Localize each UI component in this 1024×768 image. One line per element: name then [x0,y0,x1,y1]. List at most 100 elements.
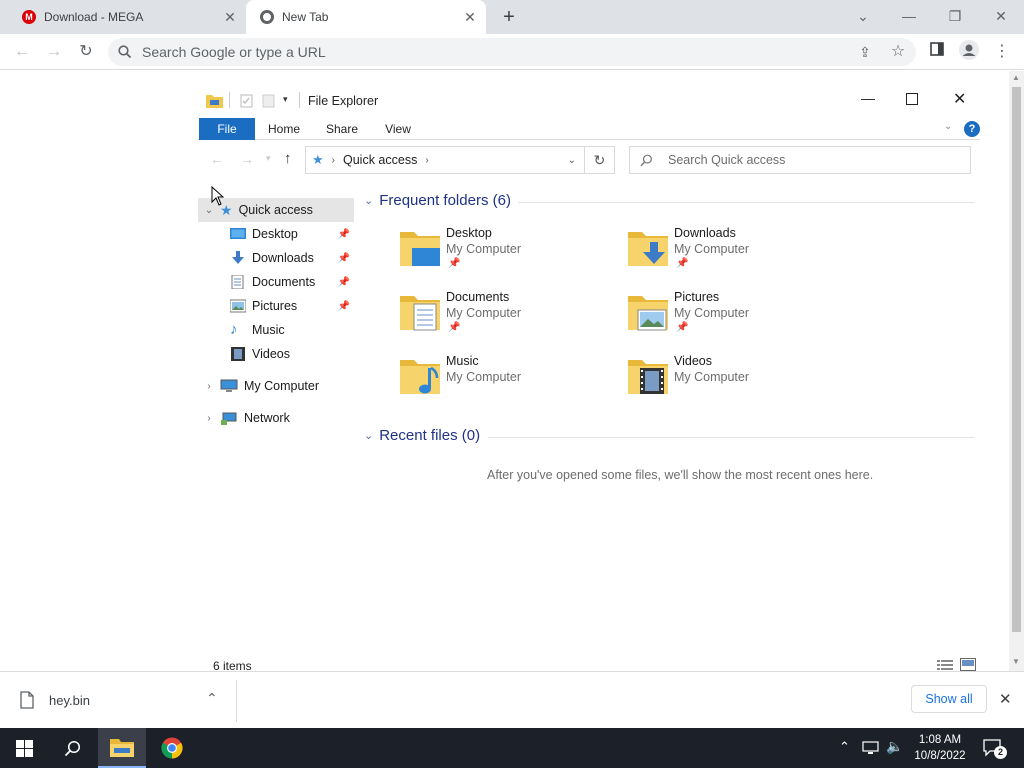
nav-back-icon[interactable]: ← [210,151,224,167]
pin-icon: 📌 [676,322,689,333]
group-title: Frequent folders (6) [379,192,511,209]
chrome-icon [260,10,274,24]
start-windows-icon[interactable] [0,728,48,768]
folder-tile-videos[interactable]: Videos My Computer [628,354,848,412]
new-tab-button[interactable]: + [498,6,520,28]
tree-item-videos[interactable]: Videos [230,342,354,366]
explorer-title-bar: ▾ File Explorer — ✕ [198,86,980,116]
show-hidden-icons-chevron-icon[interactable]: ⌃ [839,739,850,755]
taskbar-file-explorer-icon[interactable] [98,728,146,768]
volume-icon[interactable]: 🔈 [886,738,903,755]
action-center-icon[interactable]: 2 [983,739,1007,760]
breadcrumb-separator-icon: › [425,154,429,166]
folder-tile-documents[interactable]: Documents My Computer 📌 [400,290,620,348]
folder-location: My Computer [446,242,522,256]
mega-icon: M [22,10,36,24]
folder-name: Desktop [446,226,492,240]
share-icon[interactable]: ⇪ [853,40,877,64]
properties-icon[interactable] [240,94,254,108]
ribbon-tab-view[interactable]: View [380,118,416,140]
notification-count-badge: 2 [994,746,1007,759]
back-arrow-icon[interactable]: ← [10,40,34,64]
scrollbar-thumb[interactable] [1012,87,1021,632]
clock-time: 1:08 AM [918,734,962,746]
close-download-shelf-icon[interactable]: ✕ [999,690,1012,708]
search-icon [118,45,132,59]
side-panel-icon[interactable] [925,40,949,64]
close-tab-icon[interactable]: ✕ [222,9,238,26]
recent-files-header[interactable]: ⌄ Recent files (0) [364,427,480,444]
tree-item-pictures[interactable]: Pictures 📌 [230,294,354,318]
ribbon-tab-file[interactable]: File [199,118,255,140]
tab-new-tab[interactable]: New Tab ✕ [246,0,486,34]
bookmark-star-icon[interactable]: ☆ [886,40,910,64]
expand-chevron-icon[interactable]: › [198,413,220,424]
menu-kebab-icon[interactable]: ⋮ [990,40,1014,64]
desktop-icon [230,228,246,239]
documents-icon [231,275,244,289]
folder-tile-music[interactable]: Music My Computer [400,354,620,412]
expand-ribbon-chevron-icon[interactable]: ⌄ [944,121,952,132]
tree-label: Quick access [238,203,313,217]
folder-tile-desktop[interactable]: Desktop My Computer 📌 [400,226,620,284]
up-arrow-icon[interactable]: ↑ [284,150,292,167]
breadcrumb-quick-access[interactable]: Quick access [343,153,417,167]
tree-item-documents[interactable]: Documents 📌 [230,270,354,294]
page-scrollbar[interactable]: ▲ ▼ [1009,71,1024,671]
network-tray-icon[interactable] [862,741,879,755]
folder-tile-downloads[interactable]: Downloads My Computer 📌 [628,226,848,284]
explorer-maximize-button[interactable] [906,93,918,105]
download-options-chevron-icon[interactable]: ⌃ [206,690,218,707]
customize-toolbar-chevron-icon[interactable]: ▾ [283,94,288,105]
refresh-button[interactable]: ↻ [585,146,615,174]
address-bar[interactable]: Search Google or type a URL [108,38,916,66]
restore-button[interactable]: ❐ [940,4,970,28]
nav-forward-icon[interactable]: → [240,151,254,167]
forward-arrow-icon[interactable]: → [42,40,66,64]
frequent-folders-header[interactable]: ⌄ Frequent folders (6) [364,192,511,209]
minimize-button[interactable]: — [894,4,924,28]
download-file-name[interactable]: hey.bin [49,693,90,708]
reload-icon[interactable]: ↻ [74,40,98,64]
close-tab-icon[interactable]: ✕ [462,9,478,26]
tab-search-chevron-icon[interactable]: ⌄ [848,4,878,28]
pin-icon: 📌 [676,258,689,269]
pictures-folder-icon [628,296,668,331]
tree-label: Desktop [252,227,298,241]
profile-avatar-icon[interactable] [957,40,981,64]
help-icon[interactable]: ? [964,121,980,137]
ribbon-tab-share[interactable]: Share [320,118,364,140]
videos-film-icon [231,347,245,361]
explorer-minimize-button[interactable]: — [861,90,875,106]
collapse-chevron-icon[interactable]: ⌄ [364,429,373,442]
tree-item-my-computer[interactable]: › My Computer [198,374,354,398]
explorer-close-button[interactable]: ✕ [953,89,966,109]
folder-tile-pictures[interactable]: Pictures My Computer 📌 [628,290,848,348]
explorer-address-bar[interactable]: ★ › Quick access › ⌄ [305,146,585,174]
tree-item-music[interactable]: ♪ Music [230,318,354,342]
new-folder-icon[interactable] [262,94,276,108]
tab-mega-download[interactable]: M Download - MEGA ✕ [8,0,246,34]
videos-folder-icon [628,360,668,394]
tree-item-desktop[interactable]: Desktop 📌 [230,222,354,246]
pin-icon: 📌 [448,322,461,333]
clock[interactable]: 1:08 AM 10/8/2022 [912,732,968,764]
close-window-button[interactable]: ✕ [986,4,1016,28]
group-title: Recent files (0) [379,427,481,444]
collapse-chevron-icon[interactable]: ⌄ [198,205,220,216]
folder-name: Music [446,354,479,368]
collapse-chevron-icon[interactable]: ⌄ [364,194,373,207]
address-dropdown-chevron-icon[interactable]: ⌄ [568,155,576,166]
taskbar-search-icon[interactable] [48,728,96,768]
tree-item-downloads[interactable]: Downloads 📌 [230,246,354,270]
ribbon-tab-home[interactable]: Home [262,118,306,140]
folder-name: Videos [674,354,712,368]
breadcrumb-separator-icon: › [331,154,335,166]
explorer-search-box[interactable]: Search Quick access [629,146,971,174]
download-shelf: hey.bin ⌃ Show all ✕ [0,671,1024,728]
show-all-downloads-button[interactable]: Show all [911,685,987,713]
recent-locations-chevron-icon[interactable]: ▾ [266,153,271,164]
tree-item-network[interactable]: › Network [198,406,354,430]
taskbar-chrome-icon[interactable] [148,728,196,768]
expand-chevron-icon[interactable]: › [198,381,220,392]
